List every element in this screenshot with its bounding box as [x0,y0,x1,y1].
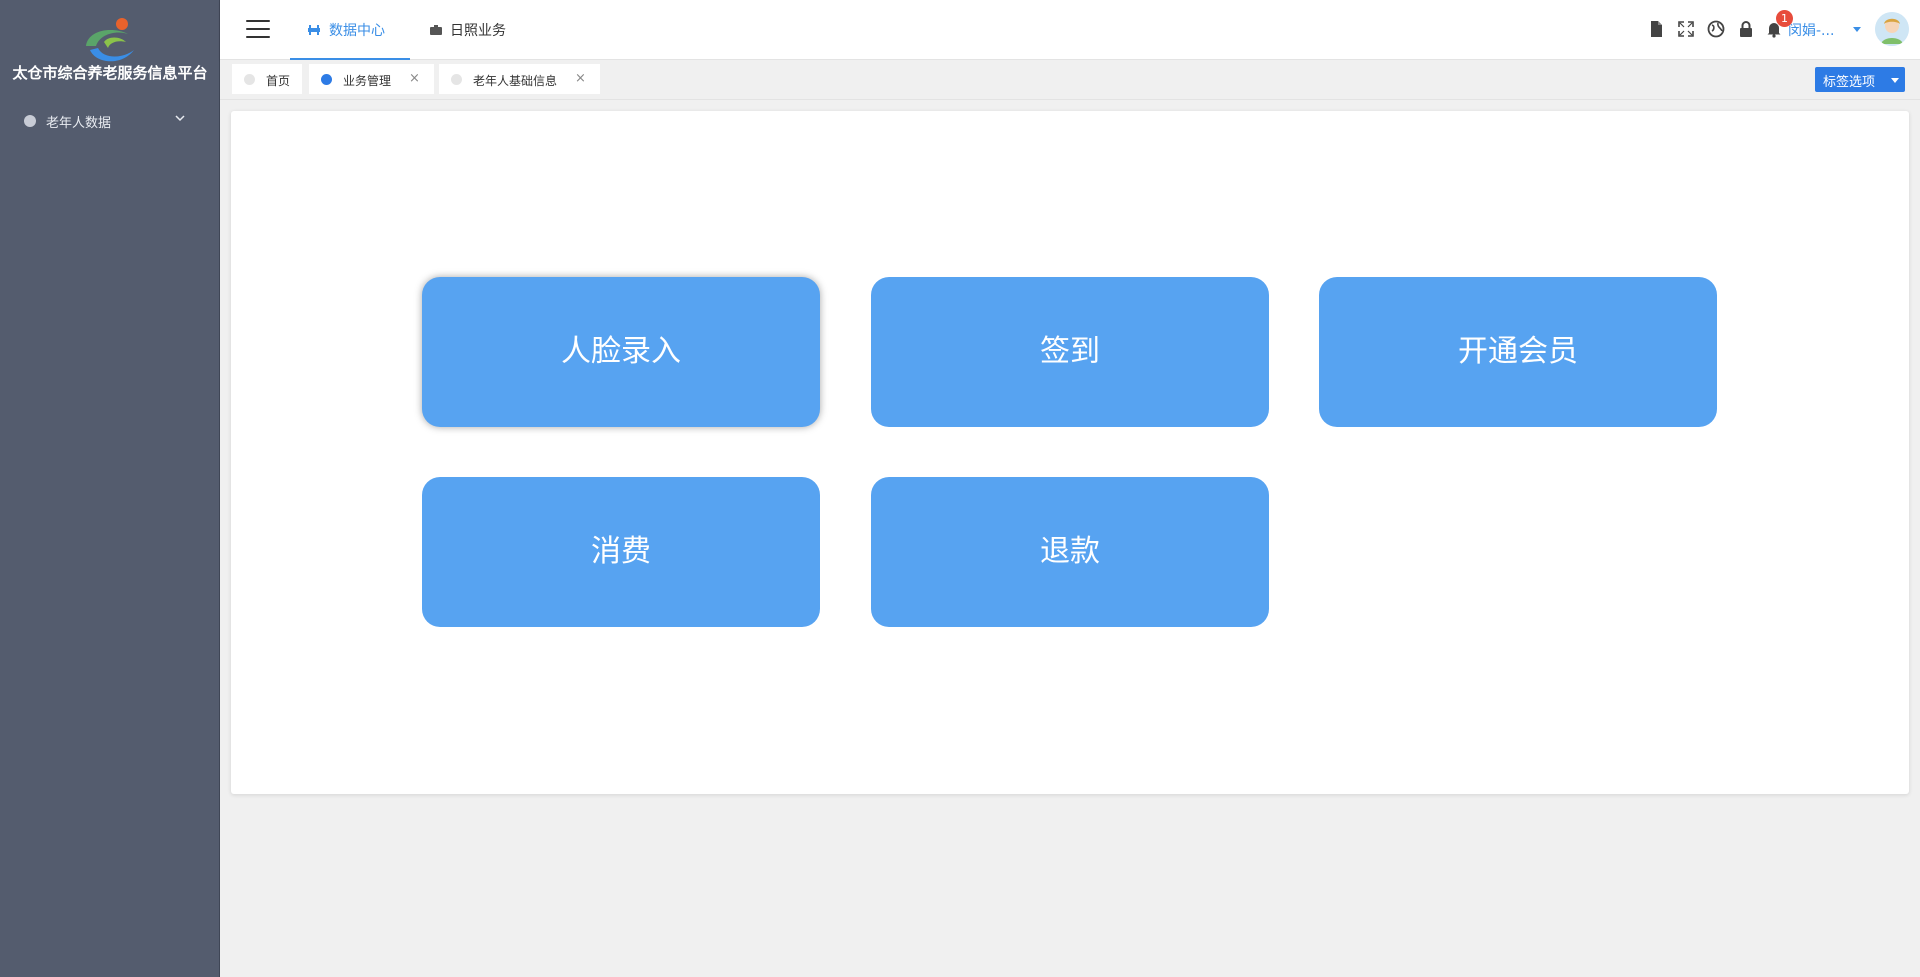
tab-label: 首页 [266,74,291,88]
file-icon[interactable] [1646,19,1666,39]
caret-down-icon[interactable] [1853,27,1861,32]
tag-options-label: 标签选项 [1823,75,1876,90]
tab-label: 老年人基础信息 [473,74,558,88]
globe-icon[interactable] [1706,19,1726,39]
caret-down-icon [1891,78,1899,83]
avatar[interactable] [1875,12,1909,46]
menu-toggle-icon[interactable] [246,20,270,40]
face-enroll-button[interactable]: 人脸录入 [422,277,820,427]
close-icon[interactable]: × [409,71,420,86]
chevron-down-icon [175,115,185,122]
tab-daycare-business[interactable]: 日照业务 [416,0,536,60]
tab-label: 业务管理 [343,74,392,88]
tab-status-dot [321,74,332,85]
logo-icon [86,18,134,62]
data-center-icon [308,25,320,35]
tab-data-center[interactable]: 数据中心 [290,0,410,60]
fullscreen-icon[interactable] [1676,19,1696,39]
main-panel: 人脸录入 签到 开通会员 消费 退款 [231,111,1909,794]
platform-name: 太仓市综合养老服务信息平台 [12,64,208,82]
tab-status-dot [244,74,255,85]
close-icon[interactable]: × [575,71,586,86]
top-header: 数据中心 日照业务 闵娟-... 1 [220,0,1920,60]
sidebar-item-elder-data[interactable]: 老年人数据 [0,110,220,132]
sidebar-item-label: 老年人数据 [46,116,112,131]
sidebar: 太仓市综合养老服务信息平台 老年人数据 [0,0,220,977]
refund-button[interactable]: 退款 [871,477,1269,627]
consume-button[interactable]: 消费 [422,477,820,627]
tab-status-dot [451,74,462,85]
tab-business-management[interactable]: 业务管理 × [309,64,434,94]
avatar-icon [1875,12,1909,46]
open-membership-button[interactable]: 开通会员 [1319,277,1717,427]
tab-label: 日照业务 [450,23,506,39]
tab-label: 数据中心 [329,23,385,39]
notification-badge: 1 [1776,10,1793,27]
tab-elder-basic-info[interactable]: 老年人基础信息 × [439,64,600,94]
tab-home[interactable]: 首页 [232,64,302,94]
tag-options-button[interactable]: 标签选项 [1815,67,1905,92]
elder-data-icon [24,115,36,127]
briefcase-icon [430,25,442,35]
lock-icon[interactable] [1736,19,1756,39]
check-in-button[interactable]: 签到 [871,277,1269,427]
tabs-bar: 首页 业务管理 × 老年人基础信息 × 标签选项 [220,60,1920,100]
user-name[interactable]: 闵娟-... [1788,20,1834,40]
